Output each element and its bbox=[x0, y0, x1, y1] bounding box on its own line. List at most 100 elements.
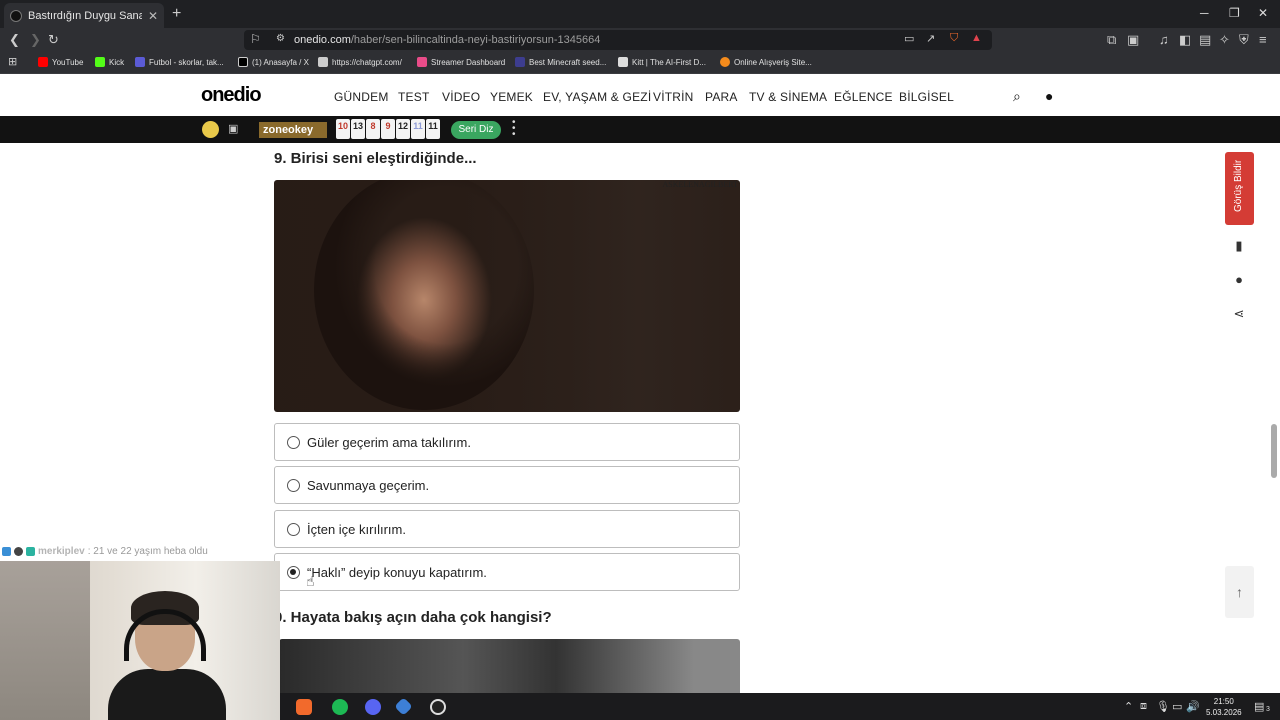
menu-icon[interactable]: ≡ bbox=[1259, 32, 1267, 47]
search-icon[interactable]: ⌕ bbox=[1013, 88, 1021, 105]
browser-tab[interactable]: Bastırdığın Duygu Sana Fısıldıyo ✕ bbox=[4, 3, 164, 28]
youtube-icon bbox=[38, 57, 48, 67]
promo-banner[interactable]: ▣ zoneokey 10 13 8 9 12 11 11 Seri Diz •… bbox=[0, 116, 1280, 143]
network-icon[interactable]: ▭ bbox=[1172, 700, 1182, 713]
bookmark-minecraft[interactable]: Best Minecraft seed... bbox=[515, 57, 606, 67]
notifications-icon[interactable]: ▤ bbox=[1254, 700, 1264, 713]
restore-icon[interactable]: ❐ bbox=[1229, 6, 1240, 20]
obs-taskbar-icon[interactable] bbox=[430, 699, 446, 715]
wallet2-icon[interactable]: ▤ bbox=[1199, 32, 1211, 48]
close-window-icon[interactable]: ✕ bbox=[1258, 6, 1268, 20]
brave-taskbar-icon[interactable] bbox=[296, 699, 312, 715]
chat-badge-icon bbox=[26, 547, 35, 556]
bookmark-x[interactable]: (1) Anasayfa / X bbox=[238, 57, 309, 67]
okey-tile: 10 bbox=[336, 119, 350, 139]
new-tab-icon[interactable]: + bbox=[172, 5, 181, 23]
bookmark-futbol[interactable]: Futbol - skorlar, tak... bbox=[135, 57, 224, 67]
futbol-icon bbox=[135, 57, 145, 67]
x-icon bbox=[238, 57, 248, 67]
answer-option[interactable]: Savunmaya geçerim. bbox=[274, 466, 740, 504]
seri-diz-button[interactable]: Seri Diz bbox=[451, 121, 501, 139]
tab-title: Bastırdığın Duygu Sana Fısıldıyo bbox=[28, 9, 142, 22]
microphone-icon[interactable]: 🎙 bbox=[1156, 700, 1170, 713]
address-bar[interactable]: ⚐ ⚙ onedio.com/haber/sen-bilincaltinda-n… bbox=[244, 30, 992, 50]
minimize-icon[interactable]: ─ bbox=[1200, 6, 1209, 20]
media-icon[interactable]: ♫ bbox=[1159, 32, 1169, 47]
radio-button-checked[interactable] bbox=[287, 566, 300, 579]
bookmark-online-alisveris[interactable]: Online Alışveriş Site... bbox=[720, 57, 812, 67]
bookmark-chatgpt[interactable]: https://chatgpt.com/ bbox=[318, 57, 402, 67]
taskbar-clock[interactable]: 21:50 5.03.2026 bbox=[1206, 696, 1242, 718]
feedback-button[interactable]: Görüş Bildir bbox=[1225, 152, 1254, 225]
nav-gundem[interactable]: GÜNDEM bbox=[334, 90, 389, 104]
nav-tv-sinema[interactable]: TV & SİNEMA bbox=[749, 90, 827, 104]
nav-bilgisel[interactable]: BİLGİSEL bbox=[899, 90, 954, 104]
apps-grid-icon[interactable]: ⊞ bbox=[8, 55, 17, 68]
question-9-title: 9. Birisi seni eleştirdiğinde... bbox=[274, 150, 477, 167]
chatgpt-icon bbox=[318, 57, 328, 67]
game-icon: ▣ bbox=[228, 123, 239, 135]
back-icon[interactable]: ❮ bbox=[9, 32, 20, 48]
chat-username: merkiplev bbox=[38, 546, 85, 557]
radio-button[interactable] bbox=[287, 436, 300, 449]
nav-para[interactable]: PARA bbox=[705, 90, 738, 104]
brave-shield-icon[interactable]: ⛉ bbox=[950, 32, 958, 45]
nav-ev-yasam-gezi[interactable]: EV, YAŞAM & GEZİ bbox=[543, 90, 651, 104]
nav-vitrin[interactable]: VİTRİN bbox=[653, 90, 694, 104]
bookmark-icon[interactable]: ▮ bbox=[1229, 238, 1249, 258]
scroll-top-button[interactable]: ↑ bbox=[1225, 566, 1254, 618]
forward-icon[interactable]: ❯ bbox=[30, 32, 41, 48]
site-logo[interactable]: onedio bbox=[201, 84, 262, 107]
bookmark-kitt[interactable]: Kitt | The AI-First D... bbox=[618, 57, 706, 67]
tray-chevron-icon[interactable]: ⌃ bbox=[1124, 700, 1133, 713]
site-info-icon[interactable]: ⚙ bbox=[276, 33, 285, 44]
okey-tile: 9 bbox=[381, 119, 395, 139]
chat-badge-icon bbox=[14, 547, 23, 556]
kitt-icon bbox=[618, 57, 628, 67]
leo-ai-icon[interactable]: ✧ bbox=[1219, 32, 1230, 48]
app-taskbar-icon[interactable] bbox=[394, 697, 413, 716]
answer-option[interactable]: Güler geçerim ama takılırım. bbox=[274, 423, 740, 461]
tab-favicon-icon bbox=[10, 9, 22, 22]
notification-count: 3 bbox=[1266, 706, 1270, 713]
bookmark-kick[interactable]: Kick bbox=[95, 57, 124, 67]
bookmark-page-icon[interactable]: ⚐ bbox=[250, 32, 261, 46]
comments-icon[interactable]: ● bbox=[1229, 272, 1249, 292]
discord-taskbar-icon[interactable] bbox=[365, 699, 381, 715]
share-icon[interactable]: ↗ bbox=[926, 32, 935, 45]
more-icon[interactable]: • • • bbox=[512, 118, 516, 140]
page-scrollbar[interactable] bbox=[1271, 424, 1277, 478]
cast-icon[interactable]: ▭ bbox=[904, 32, 914, 45]
nav-eglence[interactable]: EĞLENCE bbox=[834, 90, 893, 104]
share-icon[interactable]: ⋖ bbox=[1229, 306, 1249, 326]
bookmark-streamer-dashboard[interactable]: Streamer Dashboard bbox=[417, 57, 505, 67]
user-icon[interactable]: ● bbox=[1045, 88, 1053, 104]
answer-option-selected[interactable]: “Haklı” deyip konuyu kapatırım. bbox=[274, 553, 740, 591]
vpn-icon[interactable]: ⛨ bbox=[1239, 32, 1249, 48]
kick-icon bbox=[95, 57, 105, 67]
chat-message: merkiplev : 21 ve 22 yaşım heba oldu bbox=[2, 546, 208, 557]
zoneokey-logo: zoneokey bbox=[259, 122, 327, 138]
question-9-image: ASKELENAGILBERT bbox=[274, 180, 740, 412]
shopping-icon bbox=[720, 57, 730, 67]
mouse-cursor-icon: ☝ bbox=[306, 573, 315, 589]
tab-close-icon[interactable]: ✕ bbox=[148, 9, 158, 23]
volume-icon[interactable]: 🔊 bbox=[1186, 700, 1200, 713]
sidebar-toggle-icon[interactable]: ◧ bbox=[1179, 32, 1191, 48]
wallet-icon[interactable]: ▣ bbox=[1127, 32, 1139, 48]
bookmark-youtube[interactable]: YouTube bbox=[38, 57, 83, 67]
url-text[interactable]: onedio.com/haber/sen-bilincaltinda-neyi-… bbox=[294, 34, 600, 46]
spotify-taskbar-icon[interactable] bbox=[332, 699, 348, 715]
tray-device-icon[interactable]: ⧈ bbox=[1140, 700, 1147, 713]
nav-test[interactable]: TEST bbox=[398, 90, 429, 104]
reload-icon[interactable]: ↻ bbox=[48, 32, 59, 48]
extensions-icon[interactable]: ⧉ bbox=[1107, 32, 1116, 48]
nav-yemek[interactable]: YEMEK bbox=[490, 90, 533, 104]
rewards-icon[interactable]: ▲ bbox=[971, 32, 982, 44]
nav-video[interactable]: VİDEO bbox=[442, 90, 480, 104]
radio-button[interactable] bbox=[287, 523, 300, 536]
radio-button[interactable] bbox=[287, 479, 300, 492]
okey-tile: 12 bbox=[396, 119, 410, 139]
chat-text: : 21 ve 22 yaşım heba oldu bbox=[87, 546, 208, 557]
answer-option[interactable]: İçten içe kırılırım. bbox=[274, 510, 740, 548]
